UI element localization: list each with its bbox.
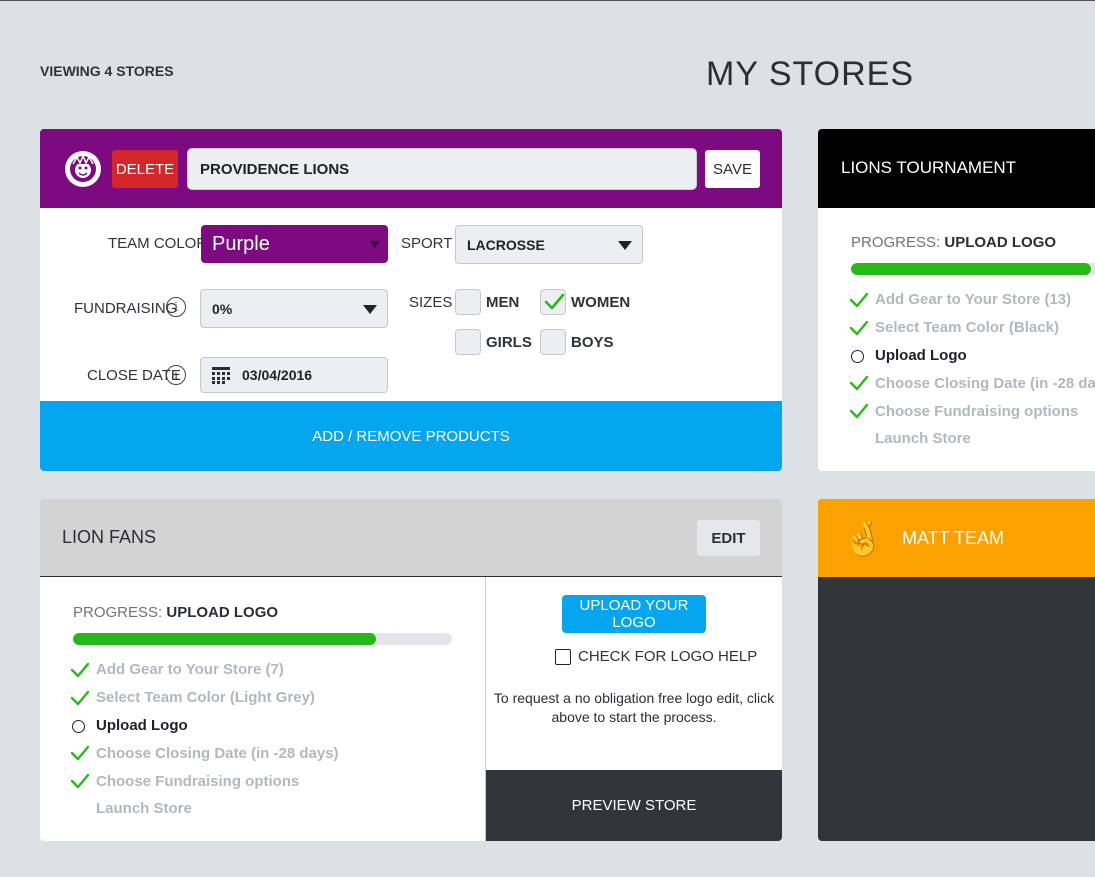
store-card-header: 🤞 MATT TEAM	[818, 499, 1095, 577]
store-card-title: MATT TEAM	[902, 528, 1005, 548]
delete-button[interactable]: DELETE	[112, 150, 178, 188]
progress-step-label: Upload Logo	[96, 716, 188, 734]
progress-step-item: Select Team Color (Light Grey)	[70, 684, 450, 712]
size-boys-label: BOYS	[571, 334, 614, 351]
progress-step-label: Launch Store	[96, 800, 192, 818]
crossed-fingers-icon: 🤞	[842, 520, 885, 558]
sizes-label: SIZES	[409, 294, 453, 311]
size-women-checkbox[interactable]	[540, 289, 566, 315]
size-girls-checkbox[interactable]	[455, 329, 481, 355]
progress-step-label: Choose Fundraising options	[875, 402, 1079, 420]
team-color-select[interactable]: Purple	[201, 225, 388, 263]
progress-step-label: Select Team Color (Light Grey)	[96, 689, 315, 707]
progress-label: PROGRESS: UPLOAD LOGO	[73, 604, 278, 621]
progress-steps: Add Gear to Your Store (7) Select Team Co…	[70, 656, 450, 823]
checkmark-icon	[70, 773, 90, 789]
fundraising-select[interactable]: 0%	[200, 289, 388, 328]
progress-bar	[73, 633, 452, 645]
progress-label: PROGRESS: UPLOAD LOGO	[851, 234, 1056, 251]
store-card-title: LION FANS	[62, 527, 157, 547]
progress-step-item: Upload Logo	[70, 712, 450, 740]
save-button[interactable]: SAVE	[705, 150, 760, 188]
preview-store-button[interactable]: PREVIEW STORE	[486, 770, 782, 841]
progress-step-item: Upload Logo	[849, 342, 1095, 370]
edit-button[interactable]: EDIT	[697, 520, 760, 556]
progress-steps: Add Gear to Your Store (13) Select Team C…	[849, 286, 1095, 453]
store-card-header: DELETE SAVE	[40, 129, 782, 208]
pending-circle-icon	[72, 719, 85, 733]
store-count: VIEWING 4 STORES	[40, 63, 174, 79]
logo-help-label: CHECK FOR LOGO HELP	[578, 648, 758, 665]
progress-step-item: Add Gear to Your Store (13)	[849, 286, 1095, 314]
team-logo	[65, 151, 101, 187]
store-card-matt-team: 🤞 MATT TEAM	[818, 499, 1095, 841]
progress-step-label: Choose Closing Date (in -28 days)	[96, 744, 339, 762]
store-name-input[interactable]	[187, 148, 697, 190]
store-card-title: LIONS TOURNAMENT	[818, 129, 1095, 208]
add-remove-products-button[interactable]: ADD / REMOVE PRODUCTS	[40, 401, 782, 471]
progress-step-label: Add Gear to Your Store (7)	[96, 661, 284, 679]
progress-step-item: Choose Closing Date (in -28 days)	[849, 369, 1095, 397]
upload-logo-button[interactable]: UPLOAD YOUR LOGO	[562, 595, 706, 633]
page-title: MY STORES	[706, 55, 915, 93]
team-color-value: Purple	[212, 232, 270, 255]
team-color-label: TEAM COLOR	[108, 235, 208, 252]
sport-label: SPORT	[401, 235, 453, 252]
chevron-down-icon	[370, 241, 380, 248]
progress-step-item: Choose Closing Date (in -28 days)	[70, 739, 450, 767]
progress-step-label: Choose Closing Date (in -28 days)	[875, 374, 1095, 392]
info-icon[interactable]: i	[166, 365, 186, 385]
checkmark-icon	[70, 662, 90, 678]
progress-step-item: Choose Fundraising options	[849, 397, 1095, 425]
progress-prefix: PROGRESS:	[851, 234, 941, 251]
progress-step-item: Launch Store	[849, 425, 1095, 453]
progress-bar-fill	[851, 263, 1091, 275]
progress-prefix: PROGRESS:	[73, 604, 163, 621]
logo-help-note: To request a no obligation free logo edi…	[493, 690, 775, 725]
size-girls-label: GIRLS	[486, 334, 532, 351]
checkmark-icon	[849, 292, 869, 308]
chevron-down-icon	[618, 241, 632, 250]
info-icon[interactable]: i	[166, 297, 186, 317]
progress-step-label: Launch Store	[875, 430, 971, 448]
progress-step-item: Launch Store	[70, 795, 450, 823]
progress-step-label: Choose Fundraising options	[96, 772, 300, 790]
fundraising-value: 0%	[212, 300, 233, 317]
size-boys-checkbox[interactable]	[540, 329, 566, 355]
progress-bar	[851, 263, 1095, 275]
logo-help-checkbox[interactable]	[555, 649, 571, 665]
progress-step: UPLOAD LOGO	[944, 234, 1057, 251]
store-card-lion-fans: LION FANS EDIT PROGRESS: UPLOAD LOGO Add…	[40, 499, 782, 841]
checkmark-icon	[849, 320, 869, 335]
checkmark-icon	[849, 376, 869, 391]
size-men-label: MEN	[486, 294, 520, 311]
pending-circle-icon	[851, 349, 864, 363]
fundraising-label: FUNDRAISING	[74, 300, 178, 317]
progress-step-item: Add Gear to Your Store (7)	[70, 656, 450, 684]
calendar-icon	[212, 367, 230, 384]
store-card-providence-lions: DELETE SAVE TEAM COLOR Purple SPORT LACR…	[40, 129, 782, 471]
checkmark-icon	[70, 690, 90, 705]
progress-step-item: Choose Fundraising options	[70, 767, 450, 795]
progress-step-label: Select Team Color (Black)	[875, 319, 1059, 337]
progress-step: UPLOAD LOGO	[166, 604, 279, 621]
checkmark-icon	[849, 403, 869, 419]
chevron-down-icon	[363, 305, 377, 314]
progress-step-item: Select Team Color (Black)	[849, 314, 1095, 342]
progress-step-label: Add Gear to Your Store (13)	[875, 291, 1072, 309]
close-date-value: 03/04/2016	[242, 367, 313, 383]
progress-bar-fill	[73, 633, 377, 645]
size-men-checkbox[interactable]	[455, 289, 481, 315]
close-date-input[interactable]: 03/04/2016	[200, 357, 388, 393]
lion-mascot-icon	[70, 154, 96, 182]
store-card-lions-tournament: LIONS TOURNAMENT PROGRESS: UPLOAD LOGO A…	[818, 129, 1095, 471]
checkmark-icon	[544, 293, 565, 310]
sport-value: LACROSSE	[467, 236, 545, 253]
size-women-label: WOMEN	[571, 294, 631, 311]
progress-step-label: Upload Logo	[875, 346, 967, 364]
store-card-header: LION FANS EDIT	[40, 499, 782, 577]
sport-select[interactable]: LACROSSE	[455, 225, 643, 264]
checkmark-icon	[70, 746, 90, 761]
